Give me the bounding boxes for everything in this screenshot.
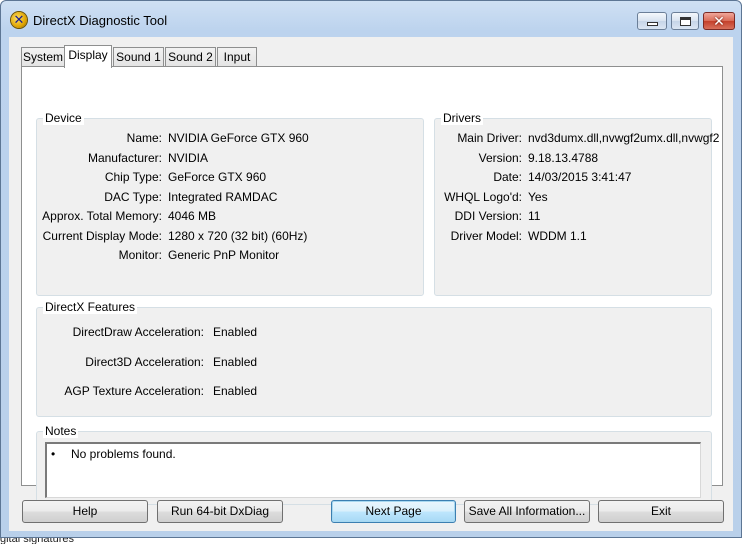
- features-row-value: Enabled: [213, 354, 258, 369]
- maximize-icon: [680, 17, 691, 26]
- device-row: Chip Type: GeForce GTX 960: [37, 170, 423, 184]
- device-row-label: DAC Type:: [104, 189, 162, 204]
- device-row: DAC Type: Integrated RAMDAC: [37, 190, 423, 204]
- display-tab-panel: Device Name: NVIDIA GeForce GTX 960 Manufa…: [21, 66, 723, 505]
- tab-sound-1[interactable]: Sound 1: [113, 47, 164, 67]
- features-row-value: Enabled: [213, 325, 258, 339]
- device-row-value: 1280 x 720 (32 bit) (60Hz): [168, 228, 308, 243]
- notes-group: Notes • No problems found.: [36, 425, 712, 505]
- run-64bit-dxdiag-button[interactable]: Run 64-bit DxDiag: [157, 500, 283, 523]
- device-group-title: Device: [43, 111, 84, 125]
- next-page-button[interactable]: Next Page: [331, 500, 456, 523]
- features-row: AGP Texture Acceleration: Enabled: [37, 384, 711, 398]
- device-row-label: Name:: [126, 131, 162, 145]
- help-button[interactable]: Help: [22, 500, 148, 523]
- device-row-value: NVIDIA GeForce GTX 960: [168, 131, 309, 145]
- minimize-icon: [647, 22, 658, 26]
- drivers-row: Main Driver: nvd3dumx.dll,nvwgf2umx.dll,n…: [435, 131, 719, 145]
- device-row: Approx. Total Memory: 4046 MB: [37, 209, 423, 223]
- drivers-row-label: Main Driver:: [457, 131, 522, 145]
- features-row: DirectDraw Acceleration: Enabled: [37, 325, 711, 339]
- drivers-row: Date: 14/03/2015 3:41:47: [435, 170, 711, 184]
- device-row-value: 4046 MB: [168, 209, 217, 223]
- features-row-label: AGP Texture Acceleration:: [64, 384, 204, 398]
- notes-bullet: •: [51, 447, 56, 461]
- drivers-row-value: Yes: [528, 189, 548, 204]
- drivers-row: WHQL Logo'd: Yes: [435, 190, 711, 204]
- features-group-title: DirectX Features: [43, 300, 138, 314]
- device-row: Current Display Mode: 1280 x 720 (32 bit)…: [37, 229, 423, 243]
- notes-textbox[interactable]: • No problems found.: [45, 442, 701, 498]
- title-bar[interactable]: ✕ DirectX Diagnostic Tool ✕: [1, 1, 741, 37]
- close-icon: ✕: [713, 13, 725, 29]
- device-row: Monitor: Generic PnP Monitor: [37, 248, 423, 262]
- drivers-row: DDI Version: 11: [435, 209, 711, 223]
- device-row-label: Current Display Mode:: [42, 228, 162, 243]
- device-row: Manufacturer: NVIDIA: [37, 151, 423, 165]
- tab-input[interactable]: Input: [217, 47, 257, 67]
- drivers-row: Driver Model: WDDM 1.1: [435, 229, 711, 243]
- features-row-value: Enabled: [213, 384, 258, 398]
- drivers-row-label: WHQL Logo'd:: [444, 189, 522, 204]
- tab-sound-2[interactable]: Sound 2: [165, 47, 216, 67]
- maximize-button[interactable]: [671, 12, 699, 30]
- device-row-label: Manufacturer:: [87, 150, 162, 165]
- device-row-value: NVIDIA: [168, 150, 209, 165]
- exit-button[interactable]: Exit: [598, 500, 724, 523]
- drivers-row-label: Driver Model:: [450, 228, 522, 243]
- minimize-button[interactable]: [637, 12, 667, 30]
- drivers-row-value: nvd3dumx.dll,nvwgf2umx.dll,nvwgf2: [528, 131, 720, 145]
- drivers-row-label: Version:: [478, 150, 522, 165]
- dxdiag-window: ✕ DirectX Diagnostic Tool ✕ System Displ…: [0, 0, 742, 538]
- window-title: DirectX Diagnostic Tool: [33, 13, 168, 28]
- tab-system[interactable]: System: [21, 47, 65, 67]
- tab-display[interactable]: Display: [64, 45, 112, 68]
- device-row-label: Chip Type:: [104, 170, 162, 184]
- notes-text: No problems found.: [71, 447, 176, 461]
- directx-glyph: ✕: [13, 12, 25, 27]
- save-all-information-button[interactable]: Save All Information...: [464, 500, 590, 523]
- features-row-label: Direct3D Acceleration:: [85, 354, 204, 369]
- drivers-row-value: WDDM 1.1: [528, 228, 587, 243]
- drivers-row: Version: 9.18.13.4788: [435, 151, 711, 165]
- drivers-row-value: 11: [528, 209, 541, 223]
- drivers-row-value: 9.18.13.4788: [528, 150, 599, 165]
- drivers-group: Drivers Main Driver: nvd3dumx.dll,nvwgf2u…: [434, 112, 719, 296]
- directx-features-group: DirectX Features DirectDraw Acceleration…: [36, 301, 712, 417]
- drivers-group-title: Drivers: [441, 111, 483, 125]
- drivers-row-label: DDI Version:: [454, 209, 522, 223]
- features-row: Direct3D Acceleration: Enabled: [37, 355, 711, 369]
- features-row-label: DirectDraw Acceleration:: [72, 325, 204, 339]
- device-row-label: Approx. Total Memory:: [42, 209, 162, 223]
- close-button[interactable]: ✕: [703, 12, 735, 30]
- device-row-label: Monitor:: [118, 248, 162, 262]
- device-row: Name: NVIDIA GeForce GTX 960: [37, 131, 423, 145]
- notes-group-title: Notes: [43, 424, 79, 438]
- drivers-row-label: Date:: [493, 170, 522, 184]
- device-row-value: Integrated RAMDAC: [168, 189, 278, 204]
- drivers-row-value: 14/03/2015 3:41:47: [528, 170, 632, 184]
- device-row-value: Generic PnP Monitor: [168, 248, 280, 262]
- device-row-value: GeForce GTX 960: [168, 170, 267, 184]
- dialog-client-area: System Display Sound 1 Sound 2 Input Dev…: [9, 37, 733, 531]
- device-group: Device Name: NVIDIA GeForce GTX 960 Manufa…: [36, 112, 424, 296]
- directx-app-icon: ✕: [11, 12, 27, 28]
